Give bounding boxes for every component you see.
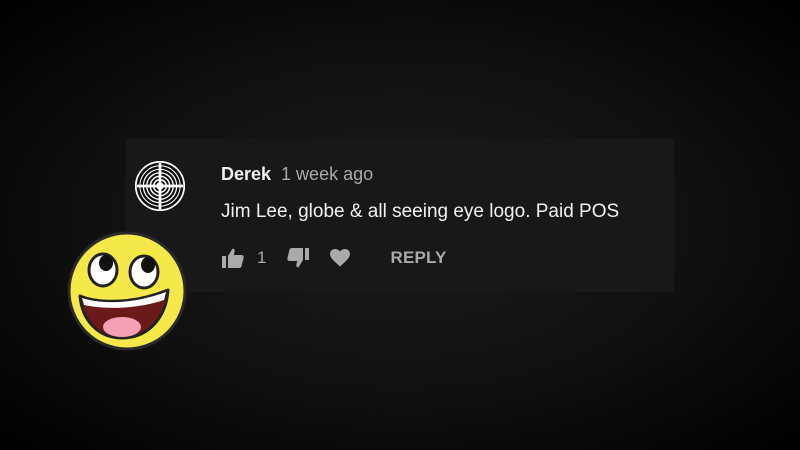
left-eye-icon <box>87 252 119 288</box>
comment-text: Jim Lee, globe & all seeing eye logo. Pa… <box>221 201 620 222</box>
thumbs-down-icon <box>287 248 310 268</box>
heart-button[interactable] <box>328 246 352 270</box>
comment-author[interactable]: Derek <box>221 164 271 185</box>
heart-icon <box>330 249 351 267</box>
awesome-face-smiley-icon <box>67 231 187 351</box>
comment-header: Derek 1 week ago <box>221 164 373 185</box>
comment-card: Derek 1 week ago Jim Lee, globe & all se… <box>126 139 674 292</box>
concentric-circles-avatar-icon <box>135 161 185 211</box>
avatar[interactable] <box>135 161 185 211</box>
background-vignette: Derek 1 week ago Jim Lee, globe & all se… <box>0 0 800 450</box>
thumbs-up-icon <box>222 248 244 268</box>
like-count: 1 <box>257 248 267 267</box>
dislike-button[interactable] <box>286 246 310 270</box>
like-button[interactable] <box>221 246 245 270</box>
reply-button[interactable]: REPLY <box>390 248 446 268</box>
comment-action-bar: 1 REPLY <box>221 246 447 270</box>
right-eye-icon <box>128 254 160 290</box>
comment-timestamp[interactable]: 1 week ago <box>281 164 373 185</box>
